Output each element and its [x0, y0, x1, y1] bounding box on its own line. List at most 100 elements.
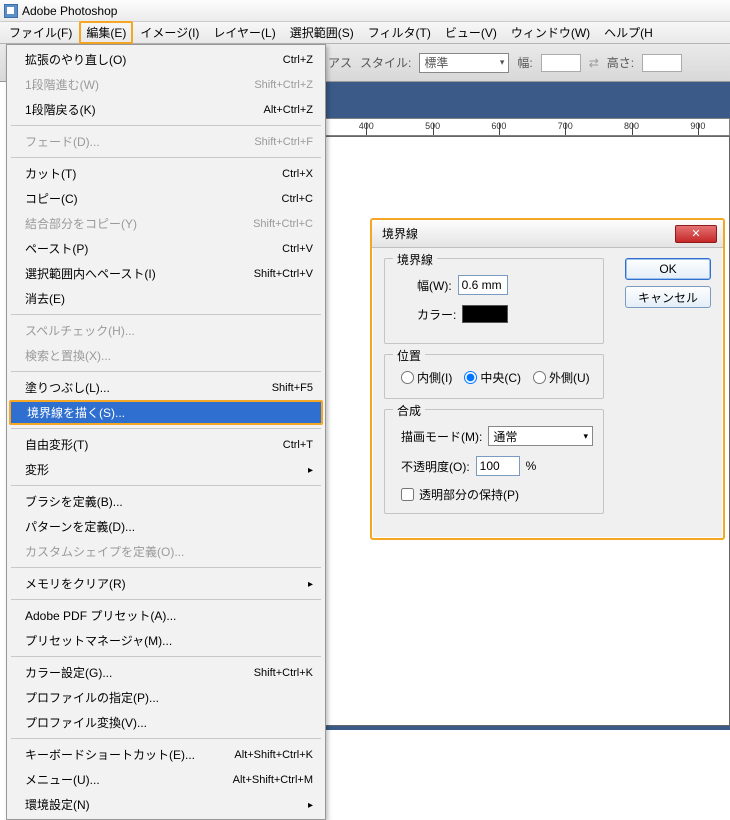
preserve-transparent-label: 透明部分の保持(P) [419, 486, 519, 503]
menu-item[interactable]: コピー(C)Ctrl+C [7, 186, 325, 211]
menu-separator [11, 567, 321, 568]
stroke-color-swatch[interactable] [462, 305, 508, 323]
menu-item-label: Adobe PDF プリセット(A)... [25, 607, 176, 624]
menu-item-label: 消去(E) [25, 290, 65, 307]
menu-item-label: プロファイル変換(V)... [25, 714, 147, 731]
menu-item[interactable]: ペースト(P) Ctrl+V [7, 236, 325, 261]
menu-separator [11, 656, 321, 657]
preserve-transparent-checkbox[interactable] [401, 488, 414, 501]
menu-item-shortcut: Shift+Ctrl+V [254, 268, 313, 280]
swap-icon[interactable]: ⇄ [589, 56, 599, 70]
menu-item: 1段階進む(W)Shift+Ctrl+Z [7, 72, 325, 97]
dialog-titlebar[interactable]: 境界線 ✕ [372, 220, 723, 248]
menu-item[interactable]: カラー設定(G)...Shift+Ctrl+K [7, 660, 325, 685]
menu-separator [11, 157, 321, 158]
menu-item[interactable]: 拡張のやり直し(O)Ctrl+Z [7, 47, 325, 72]
pos-outside-label: 外側(U) [549, 369, 590, 386]
menu-item-label: ペースト(P) [25, 240, 88, 257]
style-dropdown[interactable]: 標準 [419, 53, 509, 73]
menu-item-label: 1段階戻る(K) [25, 101, 96, 118]
menu-item[interactable]: 選択範囲内へペースト(I)Shift+Ctrl+V [7, 261, 325, 286]
menu-item-shortcut: Shift+F5 [272, 382, 313, 394]
menu-選択範囲[interactable]: 選択範囲(S) [283, 21, 361, 44]
ok-label: OK [659, 262, 676, 276]
stroke-width-label: 幅(W): [417, 277, 452, 294]
menu-item[interactable]: 塗りつぶし(L)... Shift+F5 [7, 375, 325, 400]
menu-item[interactable]: カット(T)Ctrl+X [7, 161, 325, 186]
menu-item[interactable]: メモリをクリア(R) [7, 571, 325, 596]
style-label: スタイル: [360, 54, 411, 71]
menu-item-label: 検索と置換(X)... [25, 347, 111, 364]
menu-item-label: 変形 [25, 461, 49, 478]
menu-item[interactable]: パターンを定義(D)... [7, 514, 325, 539]
menu-item-label: プロファイルの指定(P)... [25, 689, 159, 706]
pos-inside-radio[interactable] [401, 371, 414, 384]
pos-inside-option[interactable]: 内側(I) [401, 369, 452, 386]
menu-item-shortcut: Ctrl+Z [283, 54, 313, 66]
pos-outside-radio[interactable] [533, 371, 546, 384]
menu-item-label: スペルチェック(H)... [25, 322, 135, 339]
menu-item[interactable]: プロファイルの指定(P)... [7, 685, 325, 710]
menu-item[interactable]: 自由変形(T)Ctrl+T [7, 432, 325, 457]
menu-item[interactable]: 消去(E) [7, 286, 325, 311]
menu-item-shortcut: Ctrl+C [282, 193, 313, 205]
menu-item[interactable]: 1段階戻る(K)Alt+Ctrl+Z [7, 97, 325, 122]
menu-item-label: 塗りつぶし(L)... [25, 379, 110, 396]
opacity-label: 不透明度(O): [401, 458, 470, 475]
cancel-button[interactable]: キャンセル [625, 286, 711, 308]
menu-item-label: 自由変形(T) [25, 436, 88, 453]
menu-item[interactable]: Adobe PDF プリセット(A)... [7, 603, 325, 628]
menu-ヘルプ[interactable]: ヘルプ(H [597, 21, 660, 44]
menu-item-shortcut: Ctrl+V [282, 243, 313, 255]
menu-item[interactable]: 境界線を描く(S)... [9, 400, 323, 425]
menu-separator [11, 125, 321, 126]
menu-ファイル[interactable]: ファイル(F) [2, 21, 79, 44]
menu-item[interactable]: プリセットマネージャ(M)... [7, 628, 325, 653]
menu-item[interactable]: 環境設定(N) [7, 792, 325, 817]
window-title: Adobe Photoshop [22, 4, 117, 18]
pos-center-option[interactable]: 中央(C) [464, 369, 521, 386]
menu-item-shortcut [302, 578, 313, 590]
blend-legend: 合成 [393, 402, 425, 419]
menu-item: 結合部分をコピー(Y)Shift+Ctrl+C [7, 211, 325, 236]
menu-編集[interactable]: 編集(E) [79, 21, 133, 44]
height-input[interactable] [642, 54, 682, 72]
menu-item-label: フェード(D)... [25, 133, 100, 150]
menu-item-label: 結合部分をコピー(Y) [25, 215, 137, 232]
menu-item-shortcut: Ctrl+X [282, 168, 313, 180]
menu-ビュー[interactable]: ビュー(V) [438, 21, 504, 44]
menu-イメージ[interactable]: イメージ(I) [133, 21, 206, 44]
menu-item-shortcut: Shift+Ctrl+F [254, 136, 313, 148]
close-button[interactable]: ✕ [675, 225, 717, 243]
ok-button[interactable]: OK [625, 258, 711, 280]
pos-inside-label: 内側(I) [417, 369, 452, 386]
menu-item: スペルチェック(H)... [7, 318, 325, 343]
width-input[interactable] [541, 54, 581, 72]
pos-outside-option[interactable]: 外側(U) [533, 369, 590, 386]
menu-ウィンドウ[interactable]: ウィンドウ(W) [504, 21, 597, 44]
menu-フィルタ[interactable]: フィルタ(T) [361, 21, 438, 44]
position-legend: 位置 [393, 347, 425, 364]
blend-mode-select[interactable]: 通常 [488, 426, 593, 446]
menu-item[interactable]: 変形 [7, 457, 325, 482]
menu-separator [11, 738, 321, 739]
stroke-width-input[interactable] [458, 275, 508, 295]
opacity-input[interactable] [476, 456, 520, 476]
dialog-title: 境界線 [382, 225, 418, 242]
blend-group: 合成 描画モード(M): 通常 不透明度(O): % 透明部分の保持(P) [384, 409, 604, 514]
pos-center-radio[interactable] [464, 371, 477, 384]
menu-item: フェード(D)... Shift+Ctrl+F [7, 129, 325, 154]
stroke-dialog: 境界線 ✕ OK キャンセル 境界線 幅(W): カラー: 位置 内側(I) 中… [370, 218, 725, 540]
window-titlebar: Adobe Photoshop [0, 0, 730, 22]
opacity-suffix: % [526, 459, 537, 473]
menu-item[interactable]: プロファイル変換(V)... [7, 710, 325, 735]
menu-レイヤー[interactable]: レイヤー(L) [206, 21, 282, 44]
menu-item[interactable]: メニュー(U)...Alt+Shift+Ctrl+M [7, 767, 325, 792]
menu-item-shortcut: Shift+Ctrl+K [254, 667, 313, 679]
menu-item[interactable]: ブラシを定義(B)... [7, 489, 325, 514]
menu-item-label: メニュー(U)... [25, 771, 100, 788]
menu-item[interactable]: キーボードショートカット(E)...Alt+Shift+Ctrl+K [7, 742, 325, 767]
anti-alias-fragment: アス [328, 54, 352, 71]
menu-item-label: ブラシを定義(B)... [25, 493, 123, 510]
menu-item-label: 1段階進む(W) [25, 76, 99, 93]
